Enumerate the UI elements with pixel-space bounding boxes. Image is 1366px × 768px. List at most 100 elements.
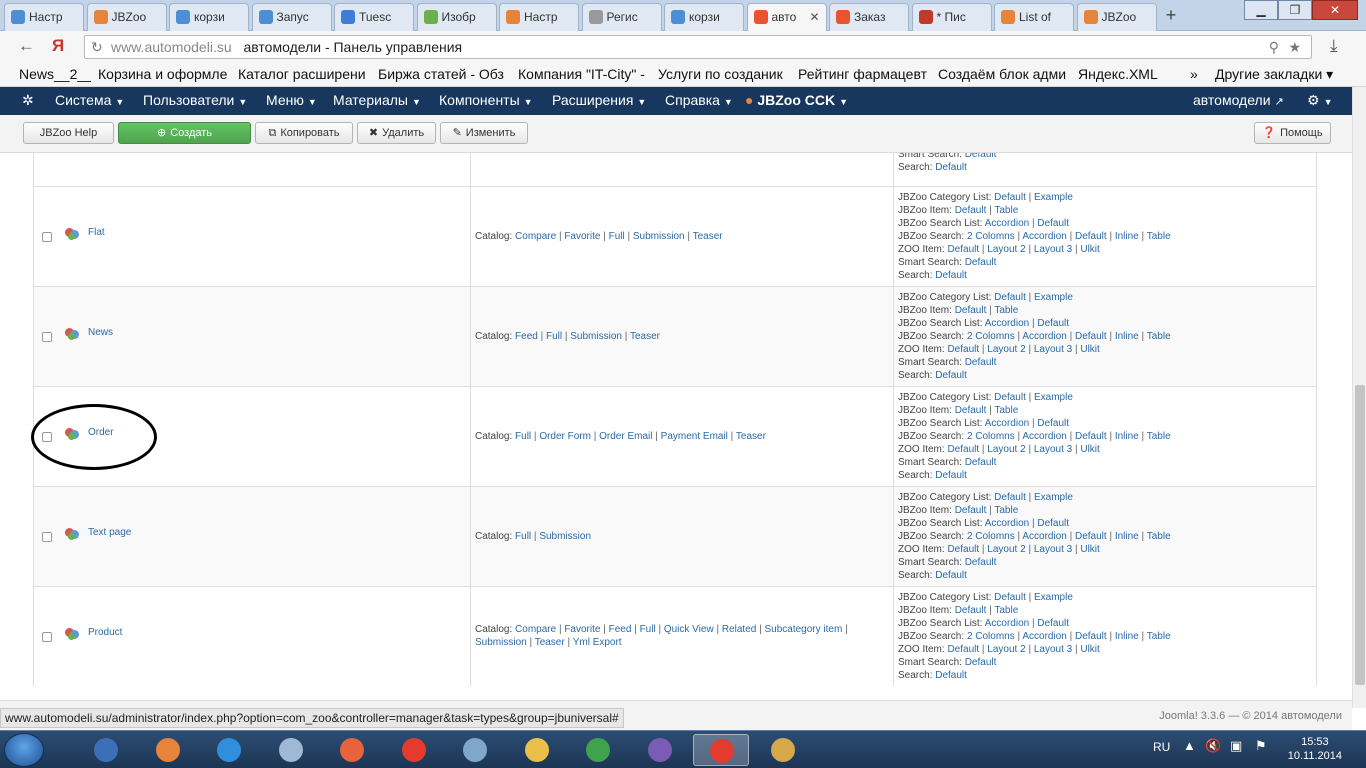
- layout-link[interactable]: Inline: [1115, 431, 1139, 442]
- layout-link[interactable]: Default: [1075, 431, 1107, 442]
- layout-link[interactable]: Accordion: [1022, 331, 1066, 342]
- page-scrollbar[interactable]: [1352, 87, 1366, 708]
- edit-button[interactable]: ✎ Изменить: [440, 122, 528, 144]
- layout-link[interactable]: Default: [1037, 218, 1069, 229]
- layout-link[interactable]: Default: [955, 505, 987, 516]
- layout-link[interactable]: Default: [1037, 618, 1069, 629]
- layout-link[interactable]: Default: [955, 305, 987, 316]
- bookmark-item[interactable]: Каталог расширени: [238, 66, 366, 82]
- layout-link[interactable]: Accordion: [1022, 231, 1066, 242]
- layout-link[interactable]: Table: [1147, 231, 1171, 242]
- layout-link[interactable]: Default: [935, 370, 967, 381]
- browser-tab[interactable]: Регис: [581, 3, 662, 31]
- browser-tab[interactable]: авто ✕: [746, 3, 827, 32]
- layout-link[interactable]: Default: [935, 570, 967, 581]
- menu-system[interactable]: Система ▼: [55, 92, 124, 108]
- layout-link[interactable]: Compare: [515, 624, 556, 635]
- taskbar-button[interactable]: [570, 734, 626, 766]
- layout-link[interactable]: Default: [1075, 631, 1107, 642]
- layout-link[interactable]: Full: [515, 431, 531, 442]
- layout-link[interactable]: Teaser: [535, 637, 565, 648]
- browser-tab[interactable]: Запус: [251, 3, 332, 31]
- layout-link[interactable]: Default: [994, 392, 1026, 403]
- site-link[interactable]: автомодели ↗: [1193, 92, 1284, 108]
- row-checkbox[interactable]: [42, 632, 52, 642]
- bookmark-item[interactable]: Яндекс.XML: [1078, 66, 1158, 82]
- browser-tab[interactable]: Настр: [499, 3, 579, 31]
- zoom-icon[interactable]: ⚲: [1269, 36, 1279, 58]
- menu-menus[interactable]: Меню ▼: [266, 92, 317, 108]
- layout-link[interactable]: Feed: [609, 624, 632, 635]
- layout-link[interactable]: Table: [994, 205, 1018, 216]
- back-icon[interactable]: ←: [18, 36, 35, 56]
- layout-link[interactable]: Accordion: [985, 618, 1029, 629]
- layout-link[interactable]: Default: [994, 292, 1026, 303]
- taskbar-button[interactable]: [140, 734, 196, 766]
- layout-link[interactable]: Default: [947, 444, 979, 455]
- browser-tab[interactable]: Изобр: [416, 3, 497, 31]
- layout-link[interactable]: Teaser: [693, 231, 723, 242]
- scrollbar-thumb[interactable]: [1355, 385, 1365, 685]
- layout-link[interactable]: Layout 2: [987, 644, 1025, 655]
- layout-link[interactable]: 2 Colomns: [967, 431, 1015, 442]
- tray-arrow-icon[interactable]: ▲: [1183, 738, 1196, 753]
- language-indicator[interactable]: RU: [1153, 740, 1170, 754]
- layout-link[interactable]: Layout 3: [1034, 444, 1072, 455]
- layout-link[interactable]: Subcategory item: [764, 624, 842, 635]
- layout-link[interactable]: Teaser: [736, 431, 766, 442]
- taskbar-button[interactable]: [693, 734, 749, 766]
- jbzoo-help-button[interactable]: JBZoo Help: [23, 122, 114, 144]
- row-checkbox[interactable]: [42, 332, 52, 342]
- layout-link[interactable]: 2 Colomns: [967, 231, 1015, 242]
- maximize-button[interactable]: ❐: [1278, 0, 1312, 20]
- layout-link[interactable]: Default: [1037, 518, 1069, 529]
- layout-link[interactable]: Table: [994, 405, 1018, 416]
- layout-link[interactable]: Layout 2: [987, 344, 1025, 355]
- layout-link[interactable]: Default: [1037, 318, 1069, 329]
- menu-extensions[interactable]: Расширения ▼: [552, 92, 646, 108]
- layout-link[interactable]: Default: [965, 257, 997, 268]
- layout-link[interactable]: Layout 3: [1034, 644, 1072, 655]
- layout-link[interactable]: Teaser: [630, 331, 660, 342]
- layout-link[interactable]: Default: [1037, 418, 1069, 429]
- layout-link[interactable]: Accordion: [985, 518, 1029, 529]
- layout-link[interactable]: Layout 2: [987, 244, 1025, 255]
- browser-tab[interactable]: JBZoo: [1076, 3, 1157, 31]
- layout-link[interactable]: Accordion: [985, 418, 1029, 429]
- layout-link[interactable]: Default: [955, 205, 987, 216]
- layout-link[interactable]: Layout 3: [1034, 344, 1072, 355]
- browser-tab[interactable]: Заказ: [829, 3, 909, 31]
- taskbar-button[interactable]: [755, 734, 811, 766]
- browser-tab[interactable]: Настр: [4, 3, 84, 31]
- layout-link[interactable]: Default: [965, 153, 997, 160]
- layout-link[interactable]: Table: [994, 605, 1018, 616]
- layout-link[interactable]: Ulkit: [1080, 344, 1099, 355]
- row-checkbox[interactable]: [42, 232, 52, 242]
- bookmark-item[interactable]: News__2__: [19, 66, 91, 82]
- joomla-logo-icon[interactable]: ✲: [22, 92, 34, 109]
- layout-link[interactable]: Ulkit: [1080, 544, 1099, 555]
- bookmark-item[interactable]: Компания "IT-City" -: [518, 66, 645, 82]
- layout-link[interactable]: Default: [947, 344, 979, 355]
- layout-link[interactable]: Default: [1075, 531, 1107, 542]
- row-checkbox[interactable]: [42, 532, 52, 542]
- network-icon[interactable]: ▣: [1230, 738, 1242, 754]
- start-button[interactable]: [4, 733, 44, 767]
- layout-link[interactable]: Inline: [1115, 331, 1139, 342]
- new-tab-button[interactable]: +: [1160, 6, 1182, 26]
- volume-muted-icon[interactable]: 🔇: [1205, 738, 1221, 754]
- taskbar-button[interactable]: [201, 734, 257, 766]
- layout-link[interactable]: Accordion: [985, 218, 1029, 229]
- layout-link[interactable]: Default: [965, 657, 997, 668]
- layout-link[interactable]: Quick View: [664, 624, 714, 635]
- layout-link[interactable]: Table: [994, 505, 1018, 516]
- layout-link[interactable]: Example: [1034, 592, 1073, 603]
- layout-link[interactable]: Payment Email: [661, 431, 728, 442]
- download-icon[interactable]: ⤓: [1330, 36, 1338, 56]
- layout-link[interactable]: Favorite: [564, 624, 600, 635]
- bookmark-item[interactable]: Создаём блок адми: [938, 66, 1066, 82]
- layout-link[interactable]: Example: [1034, 192, 1073, 203]
- layout-link[interactable]: Full: [515, 531, 531, 542]
- layout-link[interactable]: Accordion: [1022, 631, 1066, 642]
- layout-link[interactable]: Full: [609, 231, 625, 242]
